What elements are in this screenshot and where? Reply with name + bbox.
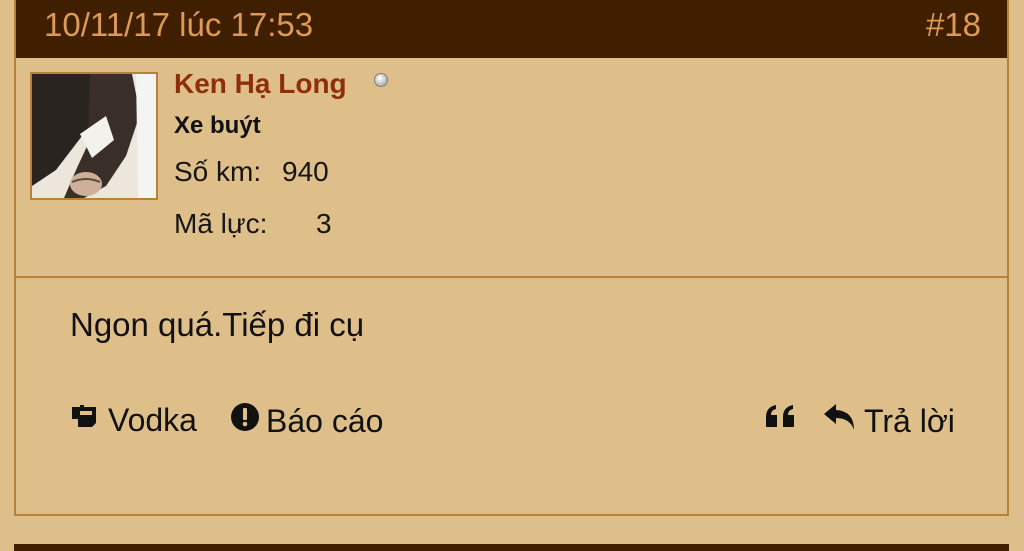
report-label: Báo cáo	[266, 402, 384, 439]
user-info: Ken Hạ Long Xe buýt Số km: 940 Mã lực: 3	[16, 58, 1007, 278]
vodka-icon	[70, 402, 102, 439]
quote-button[interactable]	[764, 402, 798, 439]
post-date: 10/11/17 lúc 17:53	[44, 6, 314, 43]
post-number-link[interactable]: #18	[926, 6, 981, 44]
post-container: 10/11/17 lúc 17:53 #18 Ken Hạ Long Xe bu…	[14, 0, 1009, 516]
post-message: Ngon quá.Tiếp đi cụ	[70, 306, 365, 343]
exclamation-circle-icon	[230, 402, 260, 440]
vodka-button[interactable]: Vodka	[70, 402, 197, 439]
post-actions: Vodka Báo cáo Trả lời	[16, 402, 1007, 452]
stat-km-label: Số km:	[174, 156, 262, 187]
post-header: 10/11/17 lúc 17:53 #18	[16, 0, 1007, 58]
reply-button[interactable]: Trả lời	[822, 402, 955, 440]
vodka-label: Vodka	[108, 402, 197, 438]
stat-km-value: 940	[282, 156, 329, 187]
report-button[interactable]: Báo cáo	[230, 402, 383, 440]
status-dot-icon	[374, 73, 388, 87]
avatar-image	[32, 74, 156, 198]
quote-icon	[764, 402, 798, 439]
username-link[interactable]: Ken Hạ Long	[174, 68, 347, 100]
next-post-header	[14, 544, 1009, 551]
stat-hp-value: 3	[316, 208, 332, 239]
stat-hp-label: Mã lực:	[174, 208, 268, 239]
avatar[interactable]	[30, 72, 158, 200]
reply-arrow-icon	[822, 402, 858, 440]
reply-label: Trả lời	[864, 402, 955, 439]
user-title: Xe buýt	[174, 112, 261, 139]
